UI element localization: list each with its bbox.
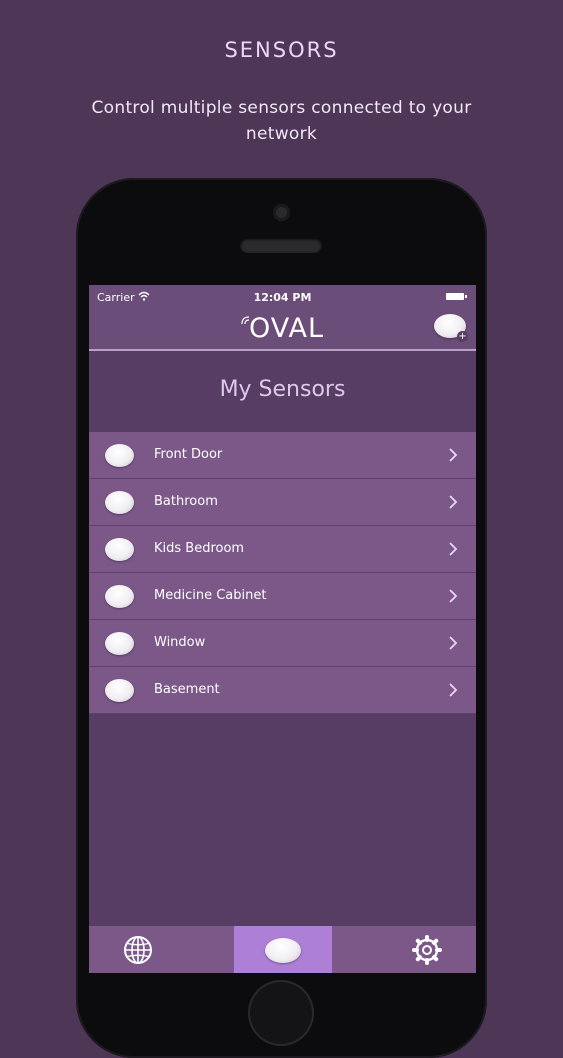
sensor-icon: [105, 679, 134, 702]
sensor-name: Medicine Cabinet: [154, 588, 267, 603]
sensor-row-medicine-cabinet[interactable]: Medicine Cabinet: [89, 573, 476, 620]
globe-icon: [124, 936, 152, 964]
speaker-grille: [240, 238, 322, 253]
app-screen: Carrier 12:04 PM OVAL + My Sensors Front…: [89, 285, 476, 973]
chevron-right-icon: [449, 495, 458, 509]
page-title: My Sensors: [219, 377, 346, 402]
plus-icon: +: [457, 331, 468, 342]
gear-icon: [412, 935, 442, 965]
promo-title: SENSORS: [224, 38, 339, 62]
sensor-name: Bathroom: [154, 494, 218, 509]
sensor-icon: [265, 938, 301, 963]
sensor-icon: [105, 632, 134, 655]
sensor-row-kids-bedroom[interactable]: Kids Bedroom: [89, 526, 476, 573]
camera-icon: [273, 204, 290, 221]
sensor-row-bathroom[interactable]: Bathroom: [89, 479, 476, 526]
chevron-right-icon: [449, 542, 458, 556]
sensor-name: Front Door: [154, 447, 223, 462]
app-logo: OVAL: [249, 313, 325, 344]
nav-bar: OVAL +: [89, 309, 476, 351]
chevron-right-icon: [449, 589, 458, 603]
chevron-right-icon: [449, 448, 458, 462]
add-sensor-button[interactable]: +: [434, 314, 468, 342]
tab-settings[interactable]: [379, 926, 476, 973]
tab-sensors[interactable]: [234, 926, 332, 973]
sensor-name: Window: [154, 635, 206, 650]
sensor-icon: [105, 538, 134, 561]
sensor-row-front-door[interactable]: Front Door: [89, 432, 476, 479]
battery-icon: [446, 293, 467, 300]
sensor-name: Kids Bedroom: [154, 541, 245, 556]
sensor-name: Basement: [154, 682, 220, 697]
sensor-row-window[interactable]: Window: [89, 620, 476, 667]
promo-subtitle: Control multiple sensors connected to yo…: [91, 98, 472, 144]
sensor-icon: [105, 491, 134, 514]
home-button[interactable]: [248, 980, 314, 1046]
status-bar: Carrier 12:04 PM: [89, 285, 476, 309]
sensor-row-basement[interactable]: Basement: [89, 667, 476, 714]
tab-bar: [89, 926, 476, 973]
sensor-list: Front Door Bathroom Kids Bedroom Medicin…: [89, 432, 476, 714]
sensor-icon: [105, 585, 134, 608]
status-time: 12:04 PM: [253, 291, 312, 304]
sensor-icon: [105, 444, 134, 467]
chevron-right-icon: [449, 683, 458, 697]
chevron-right-icon: [449, 636, 458, 650]
tab-network[interactable]: [89, 926, 186, 973]
